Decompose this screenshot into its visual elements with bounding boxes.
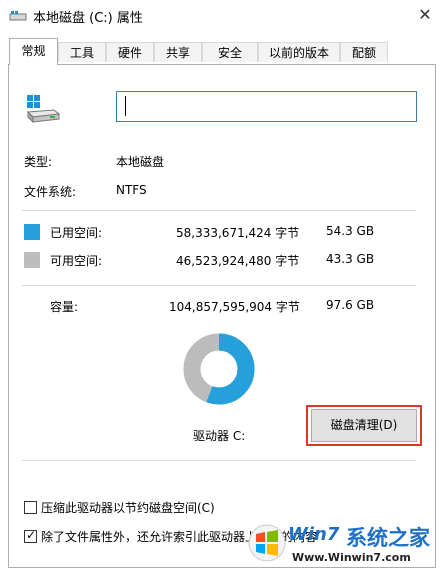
used-space-swatch: [24, 224, 40, 240]
drive-icon: [9, 11, 27, 21]
free-space-size: 43.3 GB: [326, 252, 375, 266]
divider: [22, 210, 416, 211]
capacity-bytes: 104,857,595,904 字节: [169, 300, 300, 314]
tab-hardware[interactable]: 硬件: [106, 42, 154, 62]
tab-sharing[interactable]: 共享: [154, 42, 202, 62]
tab-tools[interactable]: 工具: [58, 42, 106, 62]
drive-name-input[interactable]: [116, 91, 417, 122]
compress-checkbox[interactable]: [24, 501, 37, 514]
title-bar: 本地磁盘 (C:) 属性 ✕: [0, 0, 445, 32]
used-space-label: 已用空间:: [50, 226, 103, 240]
divider: [22, 285, 416, 286]
brand-text: 系统之家: [346, 526, 430, 550]
divider: [22, 460, 416, 461]
checkmark-icon: ✓: [26, 528, 37, 542]
text-caret: [125, 96, 126, 116]
index-checkbox[interactable]: ✓: [24, 528, 37, 543]
free-space-bytes: 46,523,924,480 字节: [176, 254, 300, 268]
tab-previous-versions[interactable]: 以前的版本: [258, 42, 340, 62]
type-label: 类型:: [24, 155, 53, 169]
filesystem-value: NTFS: [116, 183, 147, 197]
free-space-label: 可用空间:: [50, 254, 103, 268]
windows-logo-icon: [248, 524, 286, 562]
used-space-bytes: 58,333,671,424 字节: [176, 226, 300, 240]
site-watermark: Win7 系统之家 Www.Winwin7.com: [248, 518, 443, 572]
disk-usage-donut: [183, 333, 255, 405]
free-space-swatch: [24, 252, 40, 268]
general-panel: [8, 64, 436, 568]
close-button[interactable]: ✕: [413, 4, 437, 26]
window-title: 本地磁盘 (C:) 属性: [33, 11, 143, 26]
drive-letter-label: 驱动器 C:: [193, 429, 246, 443]
filesystem-label: 文件系统:: [24, 185, 77, 199]
used-space-size: 54.3 GB: [326, 224, 375, 238]
hard-drive-icon: [26, 95, 60, 124]
win7-logo-text: Win7: [288, 524, 340, 545]
site-url: Www.Winwin7.com: [292, 551, 411, 564]
tab-bar: 常规 工具 硬件 共享 安全 以前的版本 配额: [0, 38, 445, 65]
tab-security[interactable]: 安全: [202, 42, 258, 62]
tab-quota[interactable]: 配额: [340, 42, 388, 62]
capacity-label: 容量:: [50, 300, 79, 314]
tab-general[interactable]: 常规: [9, 38, 58, 65]
compress-label: 压缩此驱动器以节约磁盘空间(C): [41, 501, 215, 515]
highlight-box: [306, 405, 422, 446]
capacity-size: 97.6 GB: [326, 298, 375, 312]
type-value: 本地磁盘: [116, 155, 165, 169]
